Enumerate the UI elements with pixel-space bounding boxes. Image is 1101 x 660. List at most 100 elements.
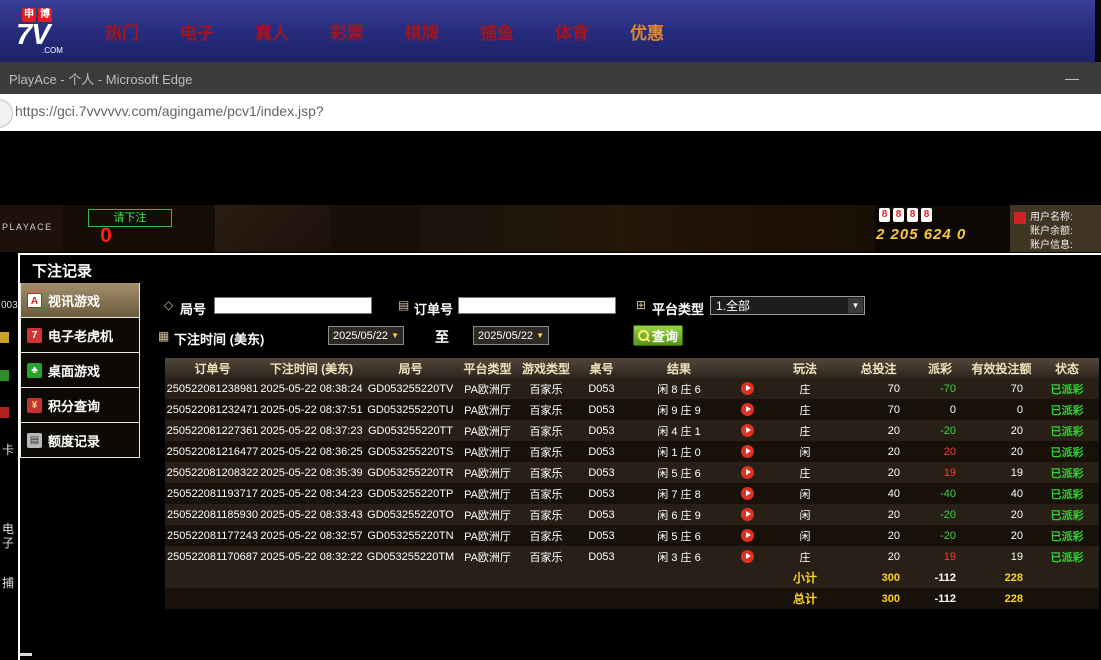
sidebar-item[interactable]: ▤ 额度记录 bbox=[20, 423, 140, 458]
cell-game-type: 百家乐 bbox=[517, 462, 575, 483]
nav-item[interactable]: 电子 bbox=[180, 19, 214, 44]
sidebar: A 视讯游戏 7 电子老虎机 ♣ 桌面游戏 ¥ 积分查询 ▤ 额度记录 bbox=[20, 283, 140, 458]
page-title: 下注记录 bbox=[32, 260, 92, 281]
grand-total-payout: -112 bbox=[912, 588, 968, 609]
cell-total-bet: 20 bbox=[845, 441, 912, 462]
screen: 申 博 7V .COM 热门电子真人彩票棋牌捕鱼体育优惠 PlayAce - 个… bbox=[0, 0, 1101, 660]
sidebar-item[interactable]: ¥ 积分查询 bbox=[20, 388, 140, 423]
calendar-icon: ▦ bbox=[158, 329, 169, 343]
minimize-button[interactable]: — bbox=[1057, 62, 1087, 94]
replay-play-button[interactable] bbox=[741, 550, 754, 563]
table-row: 250522081185930 2025-05-22 08:33:43 GD05… bbox=[165, 504, 1099, 525]
cell-bet-time: 2025-05-22 08:34:23 bbox=[260, 483, 363, 504]
background-fragment: 卡 bbox=[2, 441, 14, 458]
cell-total-bet: 20 bbox=[845, 546, 912, 567]
cell-table-number: D053 bbox=[575, 504, 628, 525]
replay-play-button[interactable] bbox=[741, 424, 754, 437]
cell-round-id: GD053255220TV bbox=[363, 378, 458, 399]
game-thumbnail bbox=[215, 205, 330, 252]
cell-result: 闲 5 庄 6 bbox=[628, 462, 730, 483]
nav-item[interactable]: 热门 bbox=[105, 19, 139, 44]
round-id-input[interactable] bbox=[214, 297, 372, 314]
cell-result: 闲 5 庄 6 bbox=[628, 525, 730, 546]
url-text[interactable]: https://gci.7vvvvvv.com/agingame/pcv1/in… bbox=[15, 103, 324, 119]
nav-item[interactable]: 捕鱼 bbox=[480, 19, 514, 44]
replay-play-button[interactable] bbox=[741, 508, 754, 521]
user-icon bbox=[1014, 212, 1026, 224]
cell-table-number: D053 bbox=[575, 462, 628, 483]
game-thumbnail bbox=[330, 205, 420, 252]
replay-play-button[interactable] bbox=[741, 403, 754, 416]
nav-item[interactable]: 彩票 bbox=[330, 19, 364, 44]
order-id-input[interactable] bbox=[458, 297, 616, 314]
search-button[interactable]: 查询 bbox=[633, 325, 683, 346]
cell-status: 已派彩 bbox=[1035, 378, 1099, 399]
replay-play-button[interactable] bbox=[741, 445, 754, 458]
cell-total-bet: 70 bbox=[845, 378, 912, 399]
background-fragment bbox=[0, 370, 9, 381]
avatar[interactable] bbox=[0, 99, 13, 128]
replay-play-button[interactable] bbox=[741, 382, 754, 395]
cell-valid-bet: 40 bbox=[968, 483, 1035, 504]
replay-play-button[interactable] bbox=[741, 466, 754, 479]
column-header: 结果 bbox=[628, 358, 730, 378]
platform-type-icon: ⊞ bbox=[636, 298, 646, 312]
column-header: 玩法 bbox=[765, 358, 845, 378]
balance-label: 账户余额: bbox=[1030, 222, 1073, 237]
account-info-label: 账户信息: bbox=[1030, 236, 1073, 251]
date-from-select[interactable]: 2025/05/22 ▼ bbox=[328, 326, 404, 345]
cell-replay bbox=[730, 462, 765, 483]
cell-payout: 19 bbox=[912, 546, 968, 567]
cell-bet-time: 2025-05-22 08:36:25 bbox=[260, 441, 363, 462]
game-thumbnail: 请下注 0 bbox=[63, 205, 215, 252]
cell-payout: 19 bbox=[912, 462, 968, 483]
sidebar-item-label: 视讯游戏 bbox=[48, 291, 100, 310]
cell-total-bet: 20 bbox=[845, 525, 912, 546]
cell-platform: PA欧洲厅 bbox=[458, 441, 517, 462]
cell-table-number: D053 bbox=[575, 483, 628, 504]
nav-item[interactable]: 真人 bbox=[255, 19, 289, 44]
address-bar[interactable]: https://gci.7vvvvvv.com/agingame/pcv1/in… bbox=[0, 94, 1101, 131]
nav-item[interactable]: 优惠 bbox=[630, 19, 664, 44]
cell-platform: PA欧洲厅 bbox=[458, 462, 517, 483]
table-row: 250522081232471 2025-05-22 08:37:51 GD05… bbox=[165, 399, 1099, 420]
table-header-row: 订单号下注时间 (美东)局号平台类型游戏类型桌号结果玩法总投注派彩有效投注额状态 bbox=[165, 358, 1099, 378]
nav-item[interactable]: 棋牌 bbox=[405, 19, 439, 44]
date-to-select[interactable]: 2025/05/22 ▼ bbox=[473, 326, 549, 345]
cell-replay bbox=[730, 504, 765, 525]
nav-item[interactable]: 体育 bbox=[555, 19, 589, 44]
cell-game-type: 百家乐 bbox=[517, 483, 575, 504]
chevron-down-icon[interactable]: ▼ bbox=[848, 298, 863, 313]
table-row: 250522081177243 2025-05-22 08:32:57 GD05… bbox=[165, 525, 1099, 546]
bet-prompt-label: 请下注 bbox=[114, 212, 147, 224]
cell-total-bet: 40 bbox=[845, 483, 912, 504]
cell-table-number: D053 bbox=[575, 399, 628, 420]
cell-game-type: 百家乐 bbox=[517, 546, 575, 567]
replay-play-button[interactable] bbox=[741, 487, 754, 500]
cell-total-bet: 70 bbox=[845, 399, 912, 420]
sidebar-item[interactable]: 7 电子老虎机 bbox=[20, 318, 140, 353]
background-fragment bbox=[0, 407, 9, 418]
sidebar-item-icon: ▤ bbox=[27, 433, 42, 448]
sidebar-item-label: 电子老虎机 bbox=[48, 326, 113, 345]
bet-amount: 0 bbox=[71, 224, 141, 248]
table-row: 250522081238981 2025-05-22 08:38:24 GD05… bbox=[165, 378, 1099, 399]
cell-total-bet: 20 bbox=[845, 420, 912, 441]
cell-game-type: 百家乐 bbox=[517, 525, 575, 546]
background-fragment bbox=[0, 332, 9, 343]
cell-order-number: 250522081193717 bbox=[165, 483, 260, 504]
sidebar-item[interactable]: A 视讯游戏 bbox=[20, 283, 140, 318]
order-id-icon: ▤ bbox=[398, 298, 409, 312]
order-id-label: 订单号 bbox=[414, 299, 453, 318]
platform-type-select[interactable]: 1.全部 ▼ bbox=[710, 296, 865, 315]
sidebar-item-label: 桌面游戏 bbox=[48, 361, 100, 380]
sidebar-item[interactable]: ♣ 桌面游戏 bbox=[20, 353, 140, 388]
site-logo[interactable]: 申 博 7V .COM bbox=[16, 8, 82, 55]
cell-bet-time: 2025-05-22 08:37:51 bbox=[260, 399, 363, 420]
cell-platform: PA欧洲厅 bbox=[458, 546, 517, 567]
table-row: 250522081170687 2025-05-22 08:32:22 GD05… bbox=[165, 546, 1099, 567]
background-fragment bbox=[18, 653, 32, 656]
cell-replay bbox=[730, 378, 765, 399]
replay-play-button[interactable] bbox=[741, 529, 754, 542]
playing-card: 8 bbox=[893, 208, 904, 222]
